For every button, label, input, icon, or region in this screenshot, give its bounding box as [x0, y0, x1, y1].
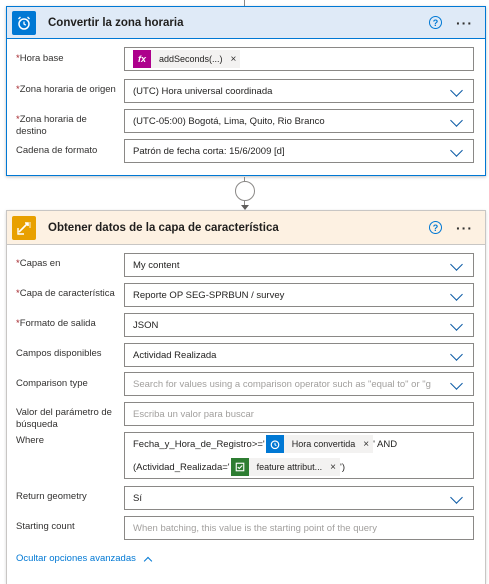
card-header[interactable]: Obtener datos de la capa de característi… — [7, 211, 485, 245]
action-card-get-feature-layer-data: Obtener datos de la capa de característi… — [6, 210, 486, 584]
layers-in-dropdown[interactable]: My content — [124, 253, 474, 277]
field-label: *Capas en — [16, 258, 61, 269]
destination-timezone-dropdown[interactable]: (UTC-05:00) Bogotá, Lima, Quito, Rio Bra… — [124, 109, 474, 133]
field-label: Campos disponibles — [16, 348, 102, 359]
chevron-down-icon — [450, 144, 463, 157]
add-step-button[interactable] — [235, 181, 255, 201]
dynamic-content-token[interactable]: Hora convertida × — [265, 435, 374, 453]
source-timezone-dropdown[interactable]: (UTC) Hora universal coordinada — [124, 79, 474, 103]
input-placeholder: Escriba un valor para buscar — [133, 408, 254, 420]
remove-token-button[interactable]: × — [330, 462, 336, 473]
survey-icon — [230, 458, 249, 476]
starting-count-input[interactable]: When batching, this value is the startin… — [124, 516, 474, 540]
chevron-down-icon — [450, 318, 463, 331]
where-text: ' AND — [373, 438, 398, 450]
comparison-type-dropdown[interactable]: Search for values using a comparison ope… — [124, 372, 474, 396]
hora-base-input[interactable]: fx addSeconds(...) × — [124, 47, 474, 71]
dropdown-value: Patrón de fecha corta: 15/6/2009 [d] — [133, 145, 285, 157]
field-label: Starting count — [16, 521, 75, 532]
chevron-down-icon — [450, 288, 463, 301]
chevron-down-icon — [450, 377, 463, 390]
available-fields-dropdown[interactable]: Actividad Realizada — [124, 343, 474, 367]
where-line-2: (Actividad_Realizada=' feature attribut.… — [133, 458, 345, 476]
chevron-down-icon — [450, 491, 463, 504]
fx-icon: fx — [133, 50, 151, 68]
chevron-down-icon — [450, 114, 463, 127]
field-label: Valor del parámetro de búsqueda — [16, 407, 112, 430]
more-options-button[interactable]: ··· — [456, 16, 473, 30]
dropdown-value: Sí — [133, 492, 142, 504]
expression-token[interactable]: fx addSeconds(...) × — [133, 50, 241, 68]
return-geometry-dropdown[interactable]: Sí — [124, 486, 474, 510]
where-line-1: Fecha_y_Hora_de_Registro>=' Hora convert… — [133, 435, 397, 453]
dropdown-placeholder: Search for values using a comparison ope… — [133, 378, 431, 390]
field-label: Where — [16, 435, 44, 446]
output-format-dropdown[interactable]: JSON — [124, 313, 474, 337]
link-label: Ocultar opciones avanzadas — [16, 553, 136, 564]
feature-layer-dropdown[interactable]: Reporte OP SEG-SPRBUN / survey — [124, 283, 474, 307]
alarm-clock-icon — [265, 435, 284, 453]
where-text: ') — [340, 461, 345, 473]
where-text: (Actividad_Realizada=' — [133, 461, 230, 473]
chevron-down-icon — [450, 258, 463, 271]
field-label: *Zona horaria de destino — [16, 114, 87, 137]
card-title[interactable]: Obtener datos de la capa de característi… — [48, 222, 429, 234]
card-title[interactable]: Convertir la zona horaria — [48, 17, 429, 29]
remove-token-button[interactable]: × — [363, 439, 369, 450]
hide-advanced-options-link[interactable]: Ocultar opciones avanzadas — [16, 553, 153, 565]
dynamic-content-token[interactable]: feature attribut... × — [230, 458, 340, 476]
chevron-up-icon — [143, 556, 153, 565]
field-label: *Hora base — [16, 53, 64, 64]
chevron-down-icon — [450, 348, 463, 361]
format-string-dropdown[interactable]: Patrón de fecha corta: 15/6/2009 [d] — [124, 139, 474, 163]
field-label: Return geometry — [16, 491, 87, 502]
more-options-button[interactable]: ··· — [456, 221, 473, 235]
card-header[interactable]: Convertir la zona horaria ? ··· — [7, 7, 485, 39]
chevron-down-icon — [450, 84, 463, 97]
field-label: *Zona horaria de origen — [16, 84, 116, 95]
question-circle-icon[interactable]: ? — [429, 16, 442, 29]
field-label: Cadena de formato — [16, 145, 98, 156]
alarm-clock-icon — [12, 10, 36, 35]
field-label: Comparison type — [16, 378, 88, 389]
dropdown-value: My content — [133, 259, 180, 271]
dropdown-value: (UTC-05:00) Bogotá, Lima, Quito, Rio Bra… — [133, 115, 325, 127]
dropdown-value: JSON — [133, 319, 159, 331]
token-label: addSeconds(...) — [159, 54, 223, 64]
token-label: feature attribut... — [256, 462, 323, 472]
token-label: Hora convertida — [291, 439, 356, 449]
where-text: Fecha_y_Hora_de_Registro>=' — [133, 438, 265, 450]
where-clause-input[interactable]: Fecha_y_Hora_de_Registro>=' Hora convert… — [124, 432, 474, 479]
question-circle-icon[interactable]: ? — [429, 221, 442, 234]
arcgis-icon — [12, 215, 36, 240]
action-card-convert-timezone: Convertir la zona horaria ? ··· *Hora ba… — [6, 6, 486, 176]
input-placeholder: When batching, this value is the startin… — [133, 522, 377, 534]
dropdown-value: Actividad Realizada — [133, 349, 217, 361]
dropdown-value: Reporte OP SEG-SPRBUN / survey — [133, 289, 285, 301]
search-value-input[interactable]: Escriba un valor para buscar — [124, 402, 474, 426]
field-label: *Capa de característica — [16, 288, 115, 299]
remove-token-button[interactable]: × — [231, 54, 237, 65]
field-label: *Formato de salida — [16, 318, 96, 329]
dropdown-value: (UTC) Hora universal coordinada — [133, 85, 273, 97]
